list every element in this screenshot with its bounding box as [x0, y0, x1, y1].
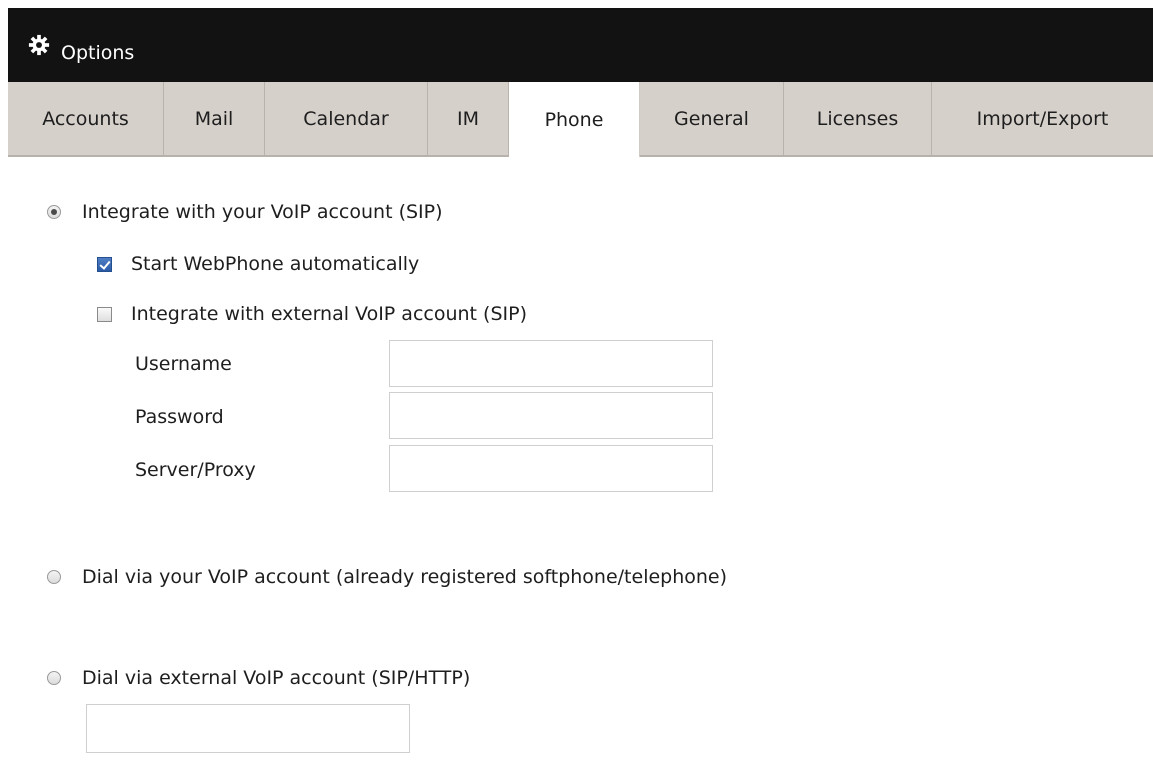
gear-icon [28, 34, 50, 56]
dial-voip-radio[interactable] [47, 570, 61, 584]
title-bar: Options [8, 8, 1153, 82]
server-proxy-field[interactable] [389, 445, 713, 492]
tab-import-export[interactable]: Import/Export [932, 82, 1153, 155]
start-webphone-checkbox[interactable] [97, 256, 112, 272]
dial-external-option[interactable]: Dial via external VoIP account (SIP/HTTP… [47, 667, 470, 689]
integrate-sip-radio[interactable] [47, 205, 61, 219]
start-webphone-label: Start WebPhone automatically [131, 253, 420, 275]
username-field[interactable] [389, 340, 713, 387]
password-field[interactable] [389, 392, 713, 439]
tab-bar: Accounts Mail Calendar IM Phone General … [8, 82, 1153, 157]
dial-external-label: Dial via external VoIP account (SIP/HTTP… [82, 667, 471, 689]
external-sip-label: Integrate with external VoIP account (SI… [131, 303, 527, 325]
dial-external-radio[interactable] [47, 671, 61, 685]
start-webphone-option[interactable]: Start WebPhone automatically [97, 253, 419, 275]
username-label: Username [135, 353, 232, 375]
password-label: Password [135, 406, 224, 428]
dial-external-field[interactable] [86, 704, 410, 753]
options-window: Options Accounts Mail Calendar IM Phone … [0, 0, 1153, 781]
external-sip-option[interactable]: Integrate with external VoIP account (SI… [97, 303, 527, 325]
tab-im[interactable]: IM [428, 82, 509, 155]
tab-licenses[interactable]: Licenses [784, 82, 932, 155]
tab-accounts[interactable]: Accounts [8, 82, 164, 155]
phone-settings-panel: Integrate with your VoIP account (SIP) S… [8, 157, 1153, 781]
window-title: Options [61, 42, 135, 64]
server-proxy-label: Server/Proxy [135, 459, 256, 481]
dial-voip-option[interactable]: Dial via your VoIP account (already regi… [47, 566, 727, 588]
external-sip-checkbox[interactable] [97, 306, 112, 322]
tab-mail[interactable]: Mail [164, 82, 265, 155]
integrate-sip-label: Integrate with your VoIP account (SIP) [82, 201, 443, 223]
tab-calendar[interactable]: Calendar [265, 82, 428, 155]
dial-voip-label: Dial via your VoIP account (already regi… [82, 566, 728, 588]
tab-phone[interactable]: Phone [509, 82, 640, 157]
tab-general[interactable]: General [640, 82, 784, 155]
integrate-sip-option[interactable]: Integrate with your VoIP account (SIP) [47, 201, 443, 223]
